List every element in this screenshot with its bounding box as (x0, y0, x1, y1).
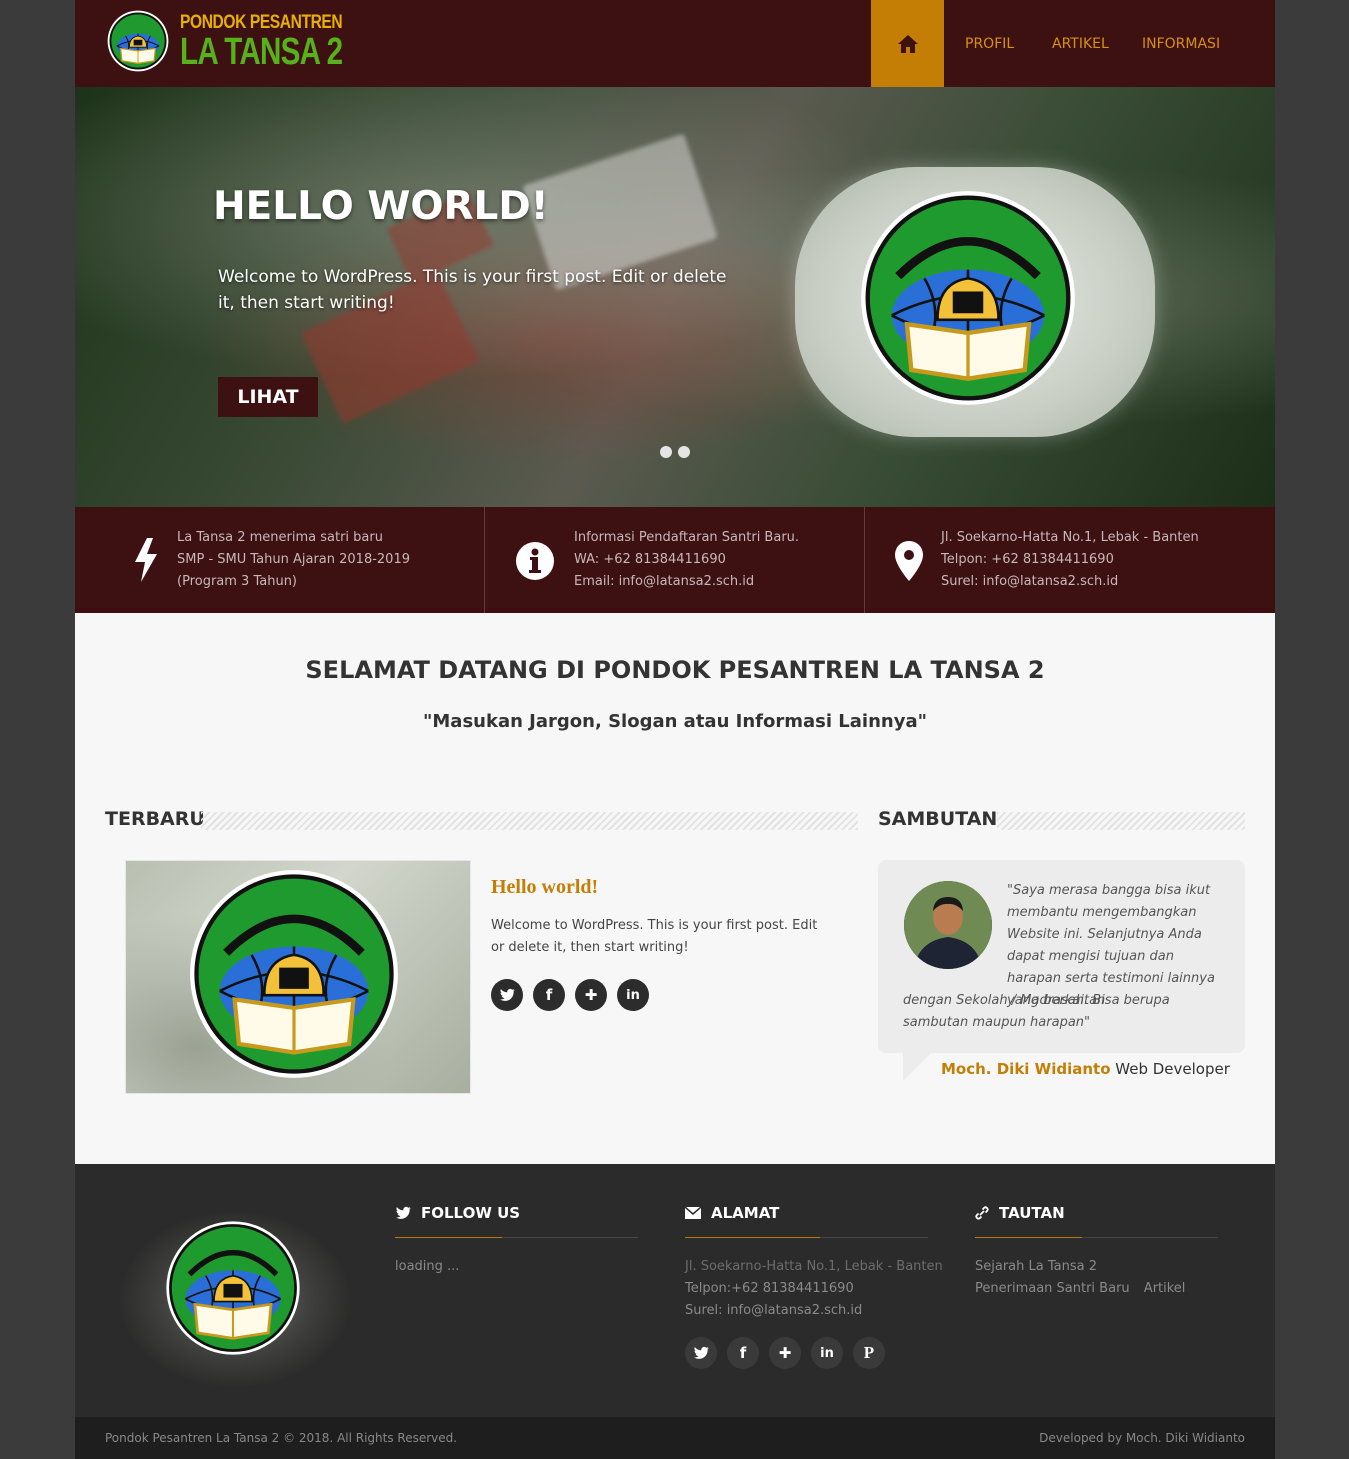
info-line: (Program 3 Tahun) (177, 574, 298, 589)
google-plus-icon[interactable]: ✚ (575, 979, 607, 1011)
hero-text: Welcome to WordPress. This is your first… (218, 267, 727, 313)
footer-social-buttons: f ✚ in P (685, 1337, 885, 1369)
page-wrapper: PONDOK PESANTREN LA TANSA 2 PROFIL ARTIK… (75, 0, 1275, 1459)
testimonial-author: Moch. Diki Widianto Web Developer (941, 1060, 1230, 1078)
slider-dots (660, 446, 690, 458)
phone-line: Telpon:+62 81384411690 (685, 1281, 854, 1296)
info-bar: La Tansa 2 menerima satri baru SMP - SMU… (75, 507, 1275, 613)
twitter-icon[interactable] (685, 1337, 717, 1369)
info-column-contact: Informasi Pendaftaran Santri Baru. WA: +… (485, 507, 864, 613)
facebook-icon[interactable]: f (533, 979, 565, 1011)
heading-stripe (201, 812, 858, 830)
footer-heading-label: TAUTAN (999, 1204, 1065, 1222)
facebook-icon[interactable]: f (727, 1337, 759, 1369)
hero-emblem-image (795, 167, 1155, 437)
emblem-icon (166, 1221, 300, 1355)
footer-link-artikel[interactable]: Artikel (1144, 1281, 1186, 1296)
info-column-registration: La Tansa 2 menerima satri baru SMP - SMU… (75, 507, 484, 613)
footer-link-sejarah[interactable]: Sejarah La Tansa 2 (975, 1256, 1185, 1278)
footer-heading-alamat: ALAMAT (685, 1204, 779, 1222)
info-column-address: Jl. Soekarno-Hatta No.1, Lebak - Banten … (865, 507, 1275, 613)
slider-dot[interactable] (678, 446, 690, 458)
info-line: SMP - SMU Tahun Ajaran 2018-2019 (177, 552, 410, 567)
info-line: La Tansa 2 menerima satri baru (177, 530, 383, 545)
slider-dot[interactable] (660, 446, 672, 458)
testimonial-tail (903, 1053, 931, 1081)
footer-heading-label: FOLLOW US (421, 1204, 521, 1222)
testimonial-quote-continued: dengan Sekolah / Madrasah. Bisa berupa s… (903, 993, 1170, 1030)
linkedin-icon[interactable]: in (617, 979, 649, 1011)
nav-profil[interactable]: PROFIL (965, 36, 1014, 52)
info-line: Email: info@latansa2.sch.id (574, 574, 755, 589)
copyright: Pondok Pesantren La Tansa 2 © 2018. All … (105, 1431, 458, 1445)
post-excerpt: Welcome to WordPress. This is your first… (491, 918, 818, 955)
google-plus-icon[interactable]: ✚ (769, 1337, 801, 1369)
address-line: Jl. Soekarno-Hatta No.1, Lebak - Banten (685, 1259, 943, 1274)
hero-button[interactable]: LIHAT (218, 377, 318, 417)
footer-logo (120, 1212, 350, 1387)
link-icon (975, 1206, 989, 1220)
post-share-buttons: f ✚ in (491, 979, 649, 1011)
footer-link-penerimaan[interactable]: Penerimaan Santri Baru (975, 1281, 1130, 1296)
divider-accent (685, 1237, 820, 1238)
author-name: Moch. Diki Widianto (941, 1060, 1111, 1078)
emblem-icon (107, 10, 169, 72)
info-icon (516, 542, 554, 580)
heading-stripe (997, 812, 1245, 830)
email-line: Surel: info@latansa2.sch.id (685, 1300, 943, 1322)
site-header: PONDOK PESANTREN LA TANSA 2 PROFIL ARTIK… (75, 0, 1275, 87)
hero-slider: HELLO WORLD! Welcome to WordPress. This … (75, 87, 1275, 507)
twitter-feed-loading: loading ... (395, 1259, 460, 1274)
welcome-title: SELAMAT DATANG DI PONDOK PESANTREN LA TA… (305, 656, 1045, 684)
info-line: Surel: info@latansa2.sch.id (941, 574, 1119, 589)
envelope-icon (685, 1207, 701, 1219)
post-thumbnail[interactable] (125, 860, 471, 1094)
emblem-icon (861, 191, 1075, 405)
twitter-icon[interactable] (491, 979, 523, 1011)
author-role: Web Developer (1115, 1060, 1230, 1078)
developer-credit: Developed by Moch. Diki Widianto (1039, 1431, 1245, 1445)
footer-bottom-bar: Pondok Pesantren La Tansa 2 © 2018. All … (75, 1417, 1275, 1459)
divider-accent (975, 1237, 1082, 1238)
linkedin-icon[interactable]: in (811, 1337, 843, 1369)
welcome-slogan: "Masukan Jargon, Slogan atau Informasi L… (423, 711, 927, 732)
info-line: Telpon: +62 81384411690 (941, 552, 1114, 567)
hero-title: HELLO WORLD! (213, 184, 549, 229)
info-line: Informasi Pendaftaran Santri Baru. (574, 530, 800, 545)
site-footer: FOLLOW US loading ... ALAMAT Jl. Soekarn… (75, 1164, 1275, 1417)
footer-heading-label: ALAMAT (711, 1204, 780, 1222)
section-heading-terbaru: TERBARU (105, 808, 205, 830)
nav-home[interactable] (871, 0, 944, 87)
map-marker-icon (895, 541, 923, 581)
footer-heading-tautan: TAUTAN (975, 1204, 1065, 1222)
footer-heading-follow: FOLLOW US (395, 1204, 520, 1222)
nav-artikel[interactable]: ARTIKEL (1052, 36, 1109, 52)
home-icon (897, 34, 918, 53)
site-logo[interactable] (107, 10, 169, 72)
pinterest-icon[interactable]: P (853, 1337, 885, 1369)
email-label: Surel: (685, 1303, 727, 1318)
nav-informasi[interactable]: INFORMASI (1142, 36, 1220, 52)
bolt-icon (135, 538, 157, 582)
section-heading-sambutan: SAMBUTAN (878, 808, 998, 830)
info-line: Jl. Soekarno-Hatta No.1, Lebak - Banten (941, 530, 1199, 545)
post-title[interactable]: Hello world! (491, 876, 598, 899)
twitter-icon (396, 1206, 411, 1219)
avatar (904, 881, 992, 969)
divider-accent (395, 1237, 502, 1238)
emblem-icon (190, 870, 398, 1078)
email-link[interactable]: info@latansa2.sch.id (727, 1303, 863, 1318)
brand-title: LA TANSA 2 (180, 31, 343, 73)
info-line: WA: +62 81384411690 (574, 552, 726, 567)
